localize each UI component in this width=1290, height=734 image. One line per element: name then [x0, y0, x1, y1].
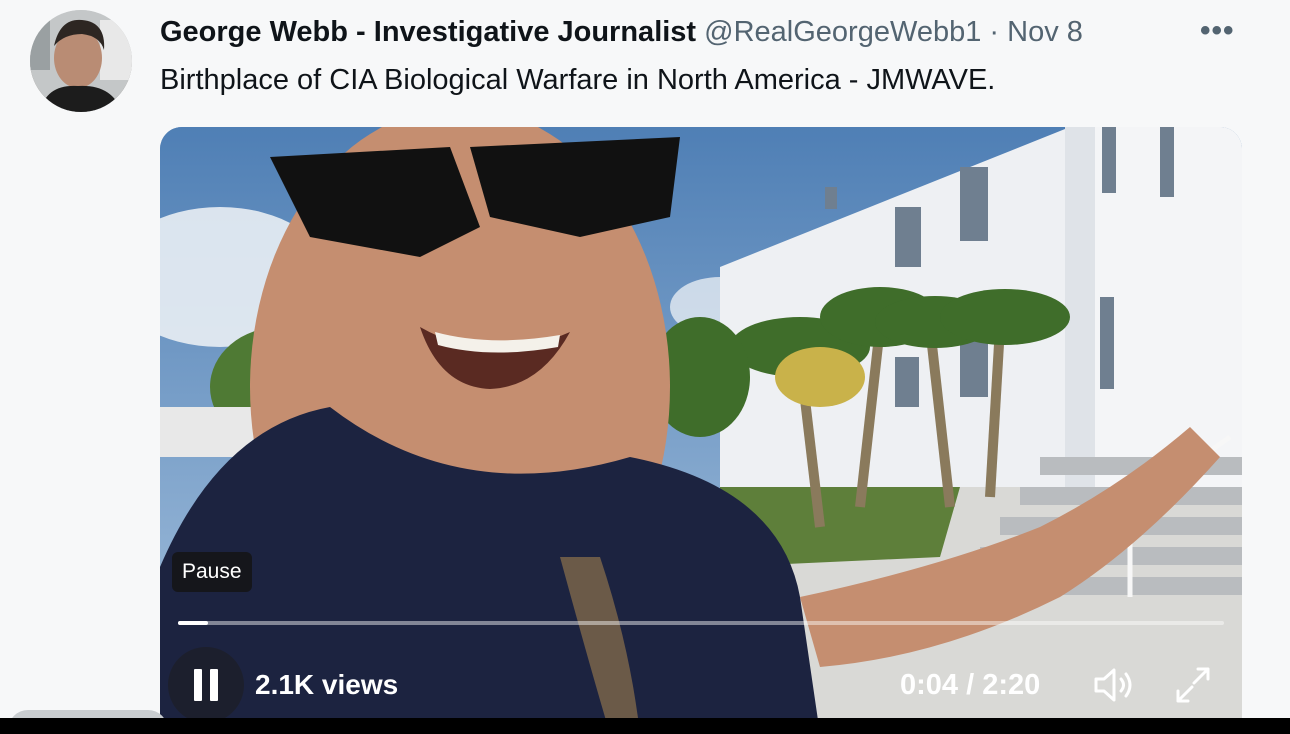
- video-controls: 2.1K views 0:04 / 2:20: [160, 647, 1242, 727]
- tweet-date[interactable]: Nov 8: [1007, 16, 1083, 48]
- video-time: 0:04 / 2:20: [900, 669, 1040, 702]
- duration: 2:20: [982, 669, 1041, 701]
- author-handle[interactable]: @RealGeorgeWebb1: [704, 16, 981, 48]
- bottom-edge-bar: [0, 718, 1290, 734]
- more-options-icon[interactable]: •••: [1200, 14, 1235, 48]
- tweet-header: George Webb - Investigative Journalist @…: [160, 14, 1083, 50]
- tweet-text: Birthplace of CIA Biological Warfare in …: [160, 64, 996, 96]
- pause-icon: [194, 669, 202, 701]
- pause-icon-bar: [210, 669, 218, 701]
- video-progress-fill: [178, 621, 209, 625]
- tweet-card[interactable]: George Webb - Investigative Journalist @…: [0, 0, 1290, 734]
- video-player[interactable]: Pause 2.1K views 0:04 / 2:20: [160, 127, 1242, 734]
- view-count: 2.1K views: [255, 669, 399, 700]
- author-name[interactable]: George Webb - Investigative Journalist: [160, 16, 696, 48]
- time-separator: /: [966, 669, 975, 701]
- video-progress-bar[interactable]: [178, 621, 1224, 625]
- volume-icon[interactable]: [1092, 665, 1136, 705]
- current-time: 0:04: [900, 669, 959, 701]
- pause-tooltip: Pause: [172, 552, 252, 592]
- fullscreen-icon[interactable]: [1170, 663, 1216, 707]
- pause-button[interactable]: [168, 647, 244, 723]
- video-frame: [160, 127, 1242, 734]
- header-separator: ·: [989, 16, 1000, 48]
- author-avatar[interactable]: [30, 10, 132, 112]
